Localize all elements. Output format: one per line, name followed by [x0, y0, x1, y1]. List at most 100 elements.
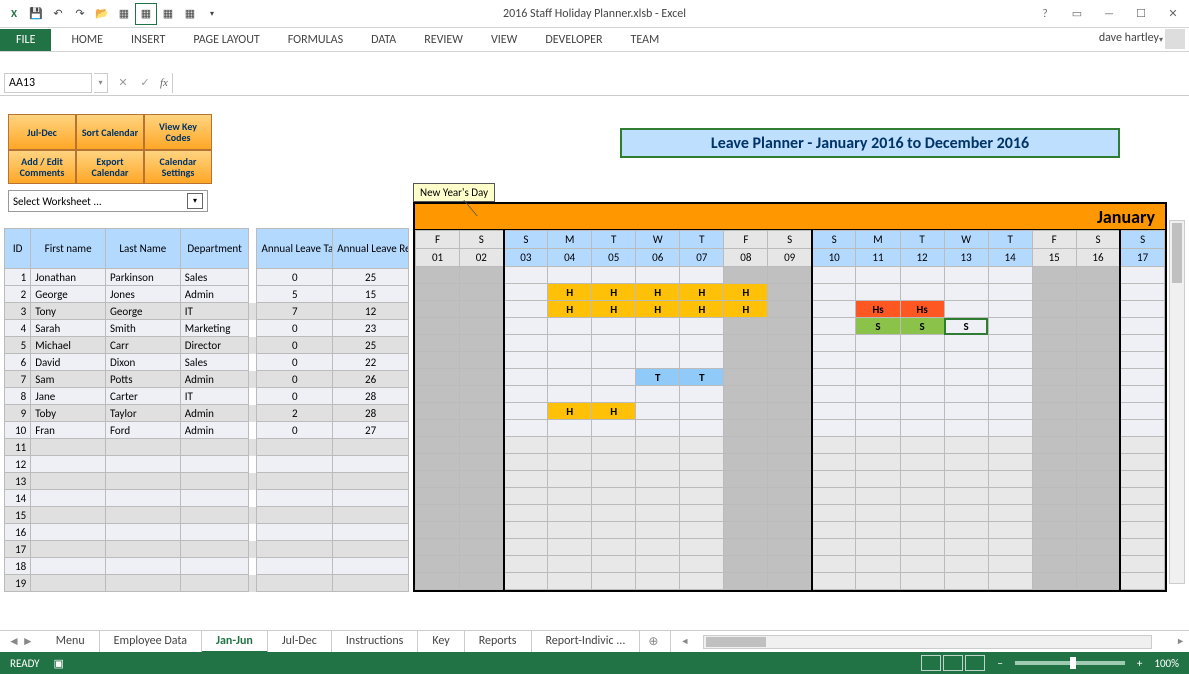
- help-icon[interactable]: ?: [1033, 4, 1057, 24]
- calendar-cell[interactable]: [548, 335, 592, 352]
- calendar-cell[interactable]: [944, 403, 988, 420]
- fx-label-icon[interactable]: fx: [160, 77, 168, 89]
- calendar-cell[interactable]: [636, 471, 680, 488]
- emp-department[interactable]: IT: [180, 388, 249, 405]
- calendar-cell[interactable]: [724, 556, 768, 573]
- calendar-cell[interactable]: H: [592, 403, 636, 420]
- calendar-cell[interactable]: [724, 267, 768, 284]
- calendar-cell[interactable]: [592, 522, 636, 539]
- calendar-cell[interactable]: [724, 437, 768, 454]
- calendar-cell[interactable]: [988, 505, 1032, 522]
- calendar-cell[interactable]: H: [548, 284, 592, 301]
- calendar-cell[interactable]: [1076, 420, 1120, 437]
- calendar-cell[interactable]: [636, 573, 680, 590]
- calendar-cell[interactable]: [460, 556, 504, 573]
- employee-table[interactable]: ID First name Last Name Department Annua…: [4, 228, 409, 592]
- calendar-cell[interactable]: [944, 556, 988, 573]
- calendar-cell[interactable]: [856, 284, 900, 301]
- calendar-cell[interactable]: [988, 556, 1032, 573]
- calendar-cell[interactable]: [988, 420, 1032, 437]
- calendar-cell[interactable]: [724, 420, 768, 437]
- sheet-nav-next-icon[interactable]: ►: [22, 634, 34, 649]
- calendar-cell[interactable]: [768, 403, 812, 420]
- calendar-cell[interactable]: [724, 471, 768, 488]
- calendar-cell[interactable]: [1032, 420, 1076, 437]
- sheet-tab[interactable]: Instructions: [332, 631, 418, 653]
- calendar-table[interactable]: FSSMTWTFSSMTWTFSS01020304050607080910111…: [415, 230, 1165, 590]
- calendar-cell[interactable]: [636, 403, 680, 420]
- calendar-cell[interactable]: [988, 573, 1032, 590]
- calendar-cell[interactable]: [592, 471, 636, 488]
- calendar-cell[interactable]: [944, 369, 988, 386]
- calendar-cell[interactable]: [592, 352, 636, 369]
- calendar-cell[interactable]: [1032, 386, 1076, 403]
- calendar-cell[interactable]: [724, 505, 768, 522]
- calendar-cell[interactable]: [1032, 556, 1076, 573]
- calendar-cell[interactable]: [944, 335, 988, 352]
- calendar-cell[interactable]: [856, 488, 900, 505]
- calendar-cell[interactable]: [1076, 437, 1120, 454]
- horizontal-scrollbar[interactable]: [703, 635, 1152, 649]
- calendar-cell[interactable]: [812, 420, 856, 437]
- calendar-cell[interactable]: [592, 505, 636, 522]
- zoom-slider[interactable]: [1015, 661, 1125, 665]
- emp-id[interactable]: 19: [5, 575, 31, 592]
- emp-lastname[interactable]: Carter: [105, 388, 180, 405]
- calendar-cell[interactable]: [724, 335, 768, 352]
- calendar-cell[interactable]: [768, 539, 812, 556]
- calendar-cell[interactable]: [988, 301, 1032, 318]
- close-icon[interactable]: ✕: [1161, 4, 1185, 24]
- emp-firstname[interactable]: Toby: [31, 405, 106, 422]
- ribbon-tab-developer[interactable]: DEVELOPER: [531, 29, 616, 51]
- macro-export-calendar-button[interactable]: Export Calendar: [76, 150, 144, 184]
- emp-firstname[interactable]: Sam: [31, 371, 106, 388]
- sheet-tab[interactable]: Reports: [465, 631, 532, 653]
- calendar-cell[interactable]: [460, 386, 504, 403]
- calendar-cell[interactable]: [812, 454, 856, 471]
- emp-leave-taken[interactable]: 0: [257, 388, 333, 405]
- calendar-cell[interactable]: [944, 488, 988, 505]
- page-break-view-icon[interactable]: [965, 655, 985, 671]
- calendar-cell[interactable]: [504, 573, 548, 590]
- calendar-cell[interactable]: [680, 471, 724, 488]
- calendar-cell[interactable]: [900, 284, 944, 301]
- calendar-cell[interactable]: [592, 437, 636, 454]
- calendar-cell[interactable]: [900, 352, 944, 369]
- user-name[interactable]: dave hartley: [1099, 31, 1159, 45]
- emp-firstname[interactable]: Fran: [31, 422, 106, 439]
- calendar-cell[interactable]: [548, 454, 592, 471]
- sheet-nav-prev-icon[interactable]: ◄: [8, 634, 20, 649]
- calendar-cell[interactable]: [548, 318, 592, 335]
- ribbon-tab-file[interactable]: FILE: [0, 29, 51, 51]
- calendar-cell[interactable]: [680, 403, 724, 420]
- ribbon-tab-team[interactable]: TEAM: [617, 29, 674, 51]
- emp-id[interactable]: 2: [5, 286, 31, 303]
- calendar-cell[interactable]: [680, 488, 724, 505]
- qat-more-icon[interactable]: ▾: [202, 4, 222, 24]
- emp-department[interactable]: Director: [180, 337, 249, 354]
- calendar-cell[interactable]: [1120, 454, 1164, 471]
- calendar-cell[interactable]: [944, 267, 988, 284]
- emp-lastname[interactable]: Carr: [105, 337, 180, 354]
- emp-id[interactable]: 8: [5, 388, 31, 405]
- calendar-cell[interactable]: [768, 505, 812, 522]
- calendar-cell[interactable]: [1076, 573, 1120, 590]
- emp-department[interactable]: Marketing: [180, 320, 249, 337]
- calendar-cell[interactable]: [592, 267, 636, 284]
- calendar-cell[interactable]: [988, 454, 1032, 471]
- macro-calendar-settings-button[interactable]: Calendar Settings: [144, 150, 212, 184]
- calendar-cell[interactable]: [592, 454, 636, 471]
- emp-id[interactable]: 5: [5, 337, 31, 354]
- worksheet-area[interactable]: Jul-Dec Sort Calendar View Key Codes Add…: [0, 110, 1189, 630]
- ribbon-tab-data[interactable]: DATA: [357, 29, 410, 51]
- calendar-cell[interactable]: [856, 437, 900, 454]
- calendar-cell[interactable]: [504, 522, 548, 539]
- calendar-cell[interactable]: [856, 471, 900, 488]
- save-icon[interactable]: 💾: [26, 4, 46, 24]
- calendar-cell[interactable]: [768, 471, 812, 488]
- calendar-cell[interactable]: [900, 267, 944, 284]
- calendar-cell[interactable]: [1076, 488, 1120, 505]
- calendar-cell[interactable]: [636, 539, 680, 556]
- calendar-cell[interactable]: [548, 488, 592, 505]
- calendar-cell[interactable]: [1032, 505, 1076, 522]
